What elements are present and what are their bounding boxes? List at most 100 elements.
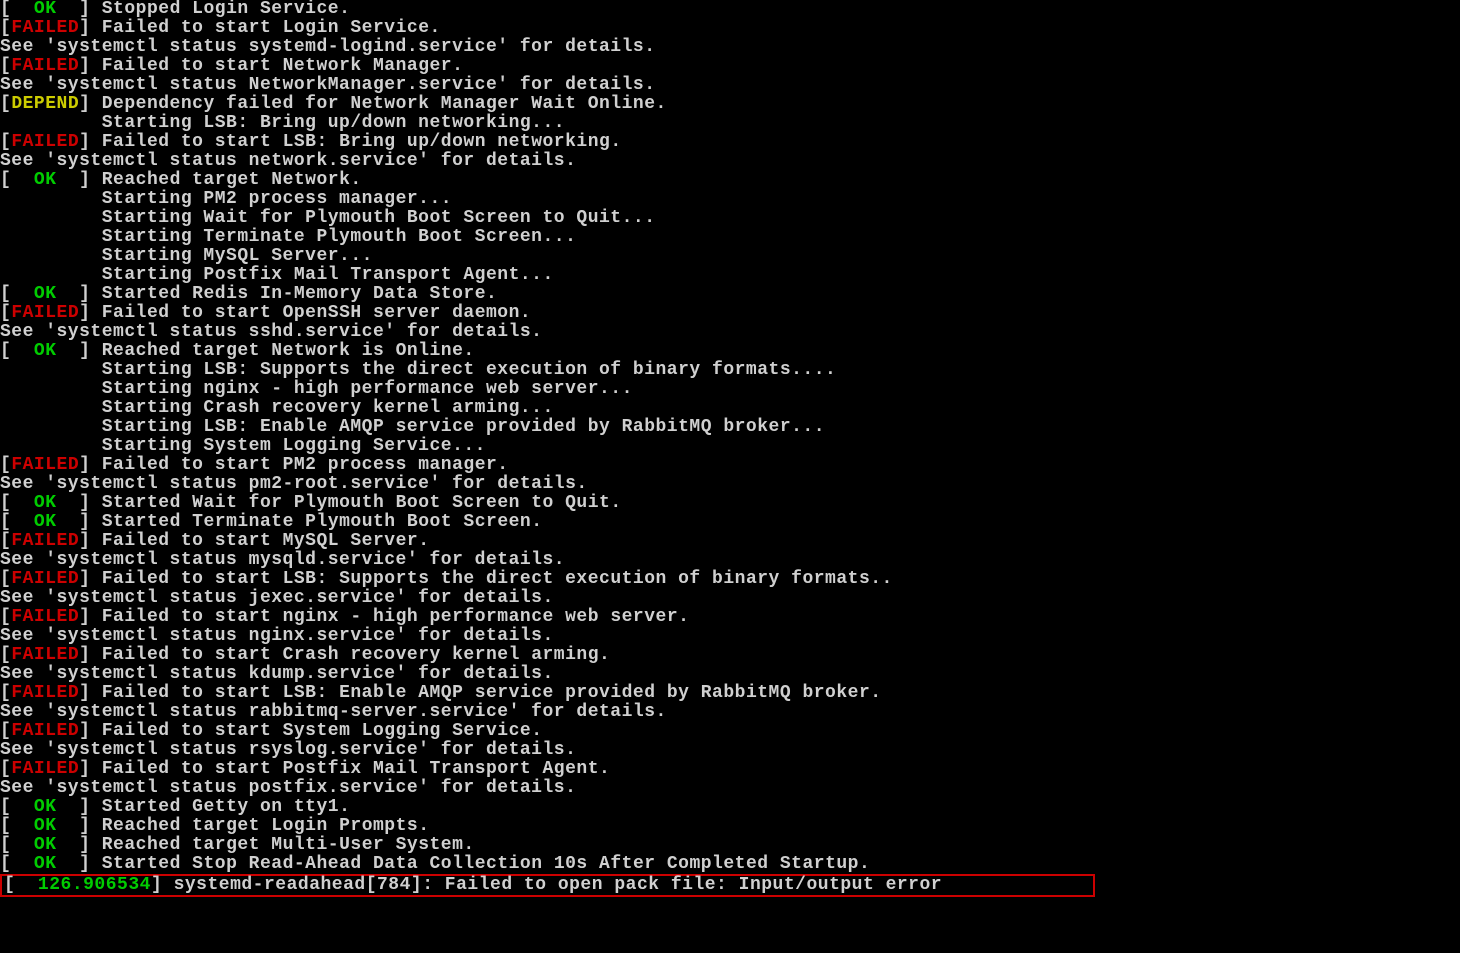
bracket-open: [ (0, 56, 11, 76)
log-line: [FAILED] Failed to start Network Manager… (0, 57, 1460, 76)
log-message: See 'systemctl status systemd-logind.ser… (0, 37, 656, 57)
status-ok: OK (34, 0, 57, 19)
bracket-close: ] (79, 797, 90, 817)
bracket-open: [ (0, 0, 11, 19)
indent (0, 417, 102, 437)
status-ok: OK (34, 493, 57, 513)
log-message: See 'systemctl status sshd.service' for … (0, 322, 542, 342)
log-line: See 'systemctl status postfix.service' f… (0, 779, 1460, 798)
log-message: Failed to start MySQL Server. (90, 531, 429, 551)
status-ok: OK (34, 797, 57, 817)
bracket-close: ] (79, 816, 90, 836)
pad (57, 512, 80, 532)
log-message: Started Getty on tty1. (90, 797, 350, 817)
log-line: Starting System Logging Service... (0, 437, 1460, 456)
pad (57, 797, 80, 817)
log-line: [ OK ] Started Terminate Plymouth Boot S… (0, 513, 1460, 532)
indent (0, 208, 102, 228)
status-ok: OK (34, 816, 57, 836)
log-message: See 'systemctl status rsyslog.service' f… (0, 740, 576, 760)
pad (57, 341, 80, 361)
log-line: See 'systemctl status systemd-logind.ser… (0, 38, 1460, 57)
bracket-open: [ (0, 493, 11, 513)
bracket-close: ] (79, 759, 90, 779)
indent (0, 227, 102, 247)
log-message: Starting Postfix Mail Transport Agent... (102, 265, 554, 285)
log-message: Failed to start System Logging Service. (90, 721, 542, 741)
log-message: See 'systemctl status rabbitmq-server.se… (0, 702, 667, 722)
log-line: See 'systemctl status rsyslog.service' f… (0, 741, 1460, 760)
pad (57, 493, 80, 513)
indent (0, 360, 102, 380)
pad (57, 284, 80, 304)
pad (11, 854, 34, 874)
log-line: [ OK ] Started Wait for Plymouth Boot Sc… (0, 494, 1460, 513)
pad (11, 512, 34, 532)
pad (11, 493, 34, 513)
error-highlight-box: [ 126.906534] systemd-readahead[784]: Fa… (0, 874, 1095, 897)
bracket-open: [ (0, 645, 11, 665)
status-ok: OK (34, 284, 57, 304)
log-message: Reached target Network. (90, 170, 361, 190)
log-message: Started Redis In-Memory Data Store. (90, 284, 497, 304)
log-line: [FAILED] Failed to start Postfix Mail Tr… (0, 760, 1460, 779)
pad (57, 170, 80, 190)
bracket-open: [ (0, 721, 11, 741)
log-message: Starting LSB: Enable AMQP service provid… (102, 417, 825, 437)
log-line: Starting Wait for Plymouth Boot Screen t… (0, 209, 1460, 228)
pad (11, 816, 34, 836)
log-line: [FAILED] Failed to start Crash recovery … (0, 646, 1460, 665)
log-message: See 'systemctl status jexec.service' for… (0, 588, 554, 608)
log-message: Failed to start Login Service. (90, 18, 440, 38)
log-message: Starting LSB: Supports the direct execut… (102, 360, 837, 380)
bracket-open: [ (0, 455, 11, 475)
pad (57, 835, 80, 855)
status-failed: FAILED (11, 18, 79, 38)
log-message: See 'systemctl status mysqld.service' fo… (0, 550, 565, 570)
bracket-close: ] (151, 875, 162, 895)
log-line: [FAILED] Failed to start nginx - high pe… (0, 608, 1460, 627)
log-message: Failed to start PM2 process manager. (90, 455, 508, 475)
log-message: Failed to start Network Manager. (90, 56, 463, 76)
kernel-timestamp: 126.906534 (38, 875, 151, 895)
status-failed: FAILED (11, 645, 79, 665)
log-message: Starting LSB: Bring up/down networking..… (102, 113, 565, 133)
log-message: Dependency failed for Network Manager Wa… (90, 94, 666, 114)
bracket-close: ] (79, 531, 90, 551)
log-message: See 'systemctl status NetworkManager.ser… (0, 75, 656, 95)
pad (11, 284, 34, 304)
indent (0, 189, 102, 209)
bracket-close: ] (79, 721, 90, 741)
bracket-open: [ (0, 569, 11, 589)
log-message: Failed to start Crash recovery kernel ar… (90, 645, 610, 665)
log-line: [ OK ] Reached target Network. (0, 171, 1460, 190)
bracket-close: ] (79, 455, 90, 475)
bracket-close: ] (79, 170, 90, 190)
bracket-open: [ (0, 170, 11, 190)
bracket-close: ] (79, 512, 90, 532)
status-failed: FAILED (11, 683, 79, 703)
status-ok: OK (34, 512, 57, 532)
log-message: Failed to start nginx - high performance… (90, 607, 689, 627)
log-line: See 'systemctl status network.service' f… (0, 152, 1460, 171)
log-message: Failed to start LSB: Enable AMQP service… (90, 683, 881, 703)
bracket-open: [ (0, 303, 11, 323)
bracket-close: ] (79, 94, 90, 114)
log-line: See 'systemctl status jexec.service' for… (0, 589, 1460, 608)
bracket-open: [ (0, 607, 11, 627)
log-line: [DEPEND] Dependency failed for Network M… (0, 95, 1460, 114)
bracket-close: ] (79, 645, 90, 665)
log-line: [FAILED] Failed to start LSB: Bring up/d… (0, 133, 1460, 152)
status-depend: DEPEND (11, 94, 79, 114)
bracket-open: [ (0, 284, 11, 304)
bracket-close: ] (79, 0, 90, 19)
bracket-open: [ (0, 816, 11, 836)
indent (0, 398, 102, 418)
bracket-open: [ (0, 835, 11, 855)
log-line: See 'systemctl status NetworkManager.ser… (0, 76, 1460, 95)
bracket-close: ] (79, 341, 90, 361)
bracket-open: [ (0, 18, 11, 38)
log-line: Starting Crash recovery kernel arming... (0, 399, 1460, 418)
log-line: See 'systemctl status nginx.service' for… (0, 627, 1460, 646)
log-message: Failed to start Postfix Mail Transport A… (90, 759, 610, 779)
